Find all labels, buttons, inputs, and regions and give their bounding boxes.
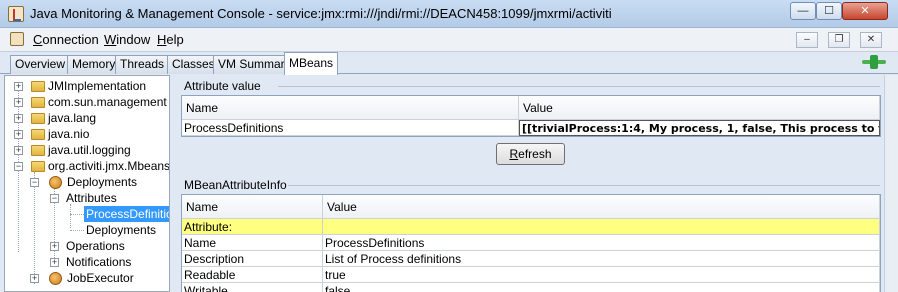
close-icon: ✕ [866, 34, 876, 45]
maximize-button[interactable]: ☐ [816, 2, 842, 20]
tree-node-label: org.activiti.jmx.Mbeans [48, 159, 170, 173]
split-pane-divider[interactable] [170, 75, 178, 292]
tree-node[interactable]: − Deployments [5, 174, 169, 190]
refresh-button[interactable]: Refresh [496, 143, 565, 165]
menu-connection[interactable]: Connection [33, 32, 99, 47]
title-bar: Java Monitoring & Management Console - s… [0, 0, 898, 28]
tree-node[interactable]: + JobExecutor [5, 270, 169, 286]
mbean-detail-panel: Attribute value Name Value ProcessDefini… [178, 75, 884, 292]
tab-bar: Overview Memory Threads Classes VM Summa… [0, 52, 898, 75]
tab-threads[interactable]: Threads [115, 55, 170, 74]
folder-icon [31, 113, 45, 124]
bean-icon [49, 176, 62, 189]
tree-node-label: Deployments [86, 223, 157, 237]
info-name-cell: Writable [182, 283, 323, 292]
mbean-attribute-info-title: MBeanAttributeInfo [184, 178, 287, 192]
minimize-button[interactable]: — [790, 2, 816, 20]
expand-icon[interactable]: + [14, 114, 23, 123]
info-value-cell: ProcessDefinitions [323, 235, 880, 251]
tree-node-label: JMImplementation [48, 79, 147, 93]
tree-node[interactable]: + java.util.logging [5, 142, 169, 158]
info-name-cell: Attribute: [182, 219, 323, 235]
mbean-tree: + JMImplementation + com.sun.management … [4, 75, 170, 292]
folder-icon [31, 81, 45, 92]
close-icon: ✕ [860, 5, 870, 17]
menu-window[interactable]: Window [104, 32, 150, 47]
tree-node[interactable]: + com.sun.management [5, 94, 169, 110]
menu-bar: Connection Window Help – ❐ ✕ [0, 28, 898, 52]
expand-icon[interactable]: + [50, 258, 59, 267]
tree-node[interactable]: + Notifications [5, 254, 169, 270]
window-scrollbar[interactable] [884, 75, 898, 292]
attribute-value-table: Name Value ProcessDefinitions [[trivialP… [181, 95, 881, 137]
tab-memory[interactable]: Memory [67, 55, 121, 74]
tree-node-label: Attributes [66, 191, 117, 205]
mdi-close-button[interactable]: ✕ [860, 32, 882, 48]
minimize-icon: – [804, 34, 810, 45]
bean-icon [49, 272, 62, 285]
tree-node-label: JobExecutor [67, 271, 134, 285]
column-header-name[interactable]: Name [182, 195, 323, 219]
tree-node-label: ProcessDefinitions [84, 206, 169, 222]
tree-node[interactable]: − Attributes [5, 190, 169, 206]
tree-node-label: java.lang [48, 111, 97, 125]
tree-node-label: Deployments [67, 175, 138, 189]
column-header-value[interactable]: Value [519, 96, 880, 120]
tab-overview[interactable]: Overview [10, 55, 71, 74]
column-header-value[interactable]: Value [323, 195, 880, 219]
window-title: Java Monitoring & Management Console - s… [30, 6, 612, 21]
info-value-cell: false [323, 283, 880, 292]
tree-node[interactable]: Deployments [5, 222, 169, 238]
tree-node[interactable]: + java.nio [5, 126, 169, 142]
info-value-cell: true [323, 267, 880, 283]
tab-mbeans[interactable]: MBeans [284, 52, 339, 75]
expand-icon[interactable]: + [30, 274, 39, 283]
app-menu-icon[interactable] [10, 32, 24, 46]
attribute-value-cell[interactable]: [[trivialProcess:1:4, My process, 1, fal… [519, 120, 880, 136]
tree-node-label: java.util.logging [48, 143, 131, 157]
info-value-cell: List of Process definitions [323, 251, 880, 267]
folder-icon [31, 145, 45, 156]
maximize-icon: ☐ [824, 5, 834, 17]
minimize-icon: — [797, 5, 809, 17]
folder-icon [31, 129, 45, 140]
mdi-minimize-button[interactable]: – [796, 32, 818, 48]
tree-node-label: java.nio [48, 127, 90, 141]
expand-icon[interactable]: + [50, 242, 59, 251]
info-name-cell: Readable [182, 267, 323, 283]
java-console-icon [8, 6, 24, 22]
folder-icon [31, 161, 45, 172]
attribute-name-cell: ProcessDefinitions [182, 120, 519, 136]
tree-node-label: com.sun.management [48, 95, 167, 109]
attribute-value-title: Attribute value [184, 79, 261, 93]
collapse-icon[interactable]: − [14, 162, 23, 171]
tree-node[interactable]: + JMImplementation [5, 78, 169, 94]
column-header-name[interactable]: Name [182, 96, 519, 120]
collapse-icon[interactable]: − [30, 178, 39, 187]
expand-icon[interactable]: + [14, 98, 23, 107]
menu-help[interactable]: Help [157, 32, 184, 47]
tree-node[interactable]: + java.lang [5, 110, 169, 126]
info-value-cell [323, 219, 880, 235]
collapse-icon[interactable]: − [50, 194, 59, 203]
tree-node-selected[interactable]: ProcessDefinitions [5, 206, 169, 222]
mbean-attribute-info-table: Name Value Attribute: Name ProcessDefini… [181, 194, 881, 292]
expand-icon[interactable]: + [14, 82, 23, 91]
tab-classes[interactable]: Classes [167, 55, 220, 74]
connection-status-icon[interactable] [862, 55, 886, 69]
restore-icon: ❐ [834, 34, 844, 45]
expand-icon[interactable]: + [14, 146, 23, 155]
tree-node[interactable]: + Operations [5, 238, 169, 254]
info-name-cell: Description [182, 251, 323, 267]
mdi-restore-button[interactable]: ❐ [828, 32, 850, 48]
tree-node-label: Operations [66, 239, 125, 253]
tree-node-label: Notifications [66, 255, 132, 269]
info-name-cell: Name [182, 235, 323, 251]
close-button[interactable]: ✕ [842, 2, 888, 20]
tree-node[interactable]: − org.activiti.jmx.Mbeans [5, 158, 170, 174]
folder-icon [31, 97, 45, 108]
expand-icon[interactable]: + [14, 130, 23, 139]
